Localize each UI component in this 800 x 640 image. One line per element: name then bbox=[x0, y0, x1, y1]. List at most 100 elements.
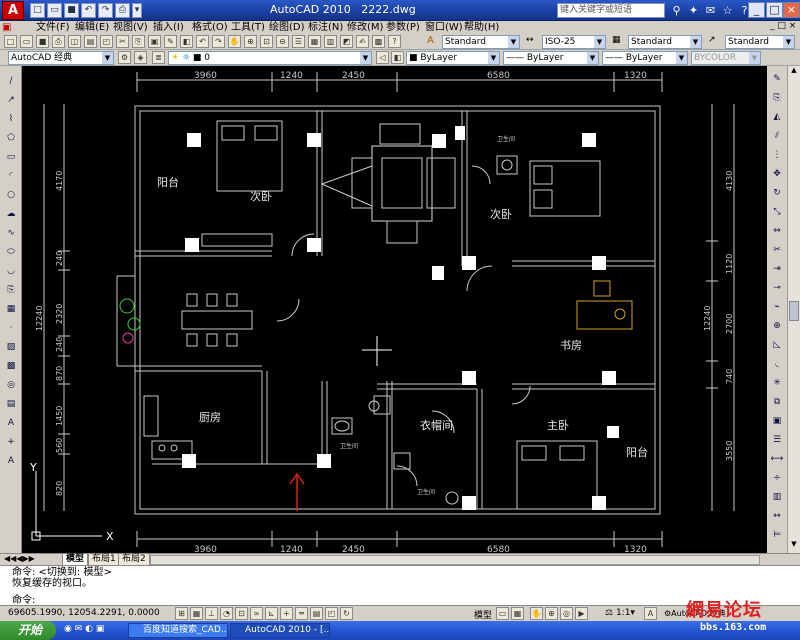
showmotion-icon[interactable]: ▶ bbox=[575, 607, 588, 620]
layer-tools-icon[interactable]: ☰ bbox=[770, 433, 784, 447]
ellipse-icon[interactable]: ⬭ bbox=[4, 245, 18, 259]
erase-icon[interactable]: ✎ bbox=[770, 72, 784, 86]
tab-nav-icon[interactable]: ◀◀◀▶▶ bbox=[4, 554, 35, 563]
pan-icon[interactable]: ✋ bbox=[530, 607, 543, 620]
quick-view-layouts-icon[interactable]: ▭ bbox=[496, 607, 509, 620]
drawing-canvas[interactable]: 3960 1240 2450 6580 1320 3960 1240 2450 … bbox=[22, 66, 767, 555]
gradient-icon[interactable]: ▩ bbox=[4, 359, 18, 373]
vertical-scrollbar[interactable]: ▲ ▼ bbox=[787, 66, 800, 553]
array-icon[interactable]: ⋮ bbox=[770, 148, 784, 162]
menu-format[interactable]: 格式(O) bbox=[192, 21, 228, 34]
fillet-icon[interactable]: ◟ bbox=[770, 357, 784, 371]
lineweight-select[interactable]: —— ByLayer ▼ bbox=[602, 51, 688, 65]
cut-icon[interactable]: ✂ bbox=[116, 35, 129, 48]
make-block-icon[interactable]: ▦ bbox=[4, 302, 18, 316]
rectangle-icon[interactable]: ▭ bbox=[4, 150, 18, 164]
text-style-select[interactable]: Standard ▼ bbox=[442, 35, 520, 49]
annotation-visibility-icon[interactable]: A bbox=[644, 607, 657, 620]
draw-order-icon[interactable]: ⧉ bbox=[770, 395, 784, 409]
redo-icon[interactable]: ↷ bbox=[212, 35, 225, 48]
properties-match-icon[interactable]: ▣ bbox=[770, 414, 784, 428]
add-selected-icon[interactable]: + bbox=[4, 435, 18, 449]
align-icon[interactable]: ⊨ bbox=[770, 528, 784, 542]
markup-icon[interactable]: ✍ bbox=[356, 35, 369, 48]
offset-icon[interactable]: ⫽ bbox=[770, 129, 784, 143]
ellipse-arc-icon[interactable]: ◡ bbox=[4, 264, 18, 278]
ducs-icon[interactable]: ⊾ bbox=[265, 607, 278, 620]
lengthen-icon[interactable]: ↔ bbox=[770, 509, 784, 523]
tool-palettes-icon[interactable]: ▥ bbox=[324, 35, 337, 48]
polygon-icon[interactable]: ⬠ bbox=[4, 131, 18, 145]
polyline-icon[interactable]: ⌇ bbox=[4, 112, 18, 126]
make-current-icon[interactable]: ◧ bbox=[391, 51, 404, 64]
measure-icon[interactable]: ⟷ bbox=[770, 452, 784, 466]
layer-manager-icon[interactable]: ≣ bbox=[152, 51, 165, 64]
minimize-button[interactable]: _ bbox=[748, 2, 765, 18]
block-editor-icon[interactable]: ◧ bbox=[180, 35, 193, 48]
am-icon[interactable]: ↻ bbox=[340, 607, 353, 620]
open-icon[interactable]: ▭ bbox=[47, 3, 62, 18]
document-icon[interactable]: ▣ bbox=[2, 22, 11, 33]
layer-previous-icon[interactable]: ◁ bbox=[376, 51, 389, 64]
steeringwheel-icon[interactable]: ◎ bbox=[560, 607, 573, 620]
chamfer-icon[interactable]: ◺ bbox=[770, 338, 784, 352]
task-browser[interactable]: 百度知道搜索_CAD... bbox=[128, 623, 228, 638]
break-at-point-icon[interactable]: ⊸ bbox=[770, 281, 784, 295]
binoculars-icon[interactable]: ⚲ bbox=[669, 3, 684, 18]
ortho-icon[interactable]: ⊥ bbox=[205, 607, 218, 620]
autocad-logo-icon[interactable]: A bbox=[2, 1, 24, 20]
scroll-up-icon[interactable]: ▲ bbox=[789, 66, 799, 78]
favorites-icon[interactable]: ☆ bbox=[720, 3, 735, 18]
new-icon[interactable]: □ bbox=[30, 3, 45, 18]
arc-icon[interactable]: ◜ bbox=[4, 169, 18, 183]
communication-icon[interactable]: ✉ bbox=[703, 3, 718, 18]
stretch-icon[interactable]: ⇔ bbox=[770, 224, 784, 238]
model-space-button[interactable]: 模型 bbox=[474, 608, 492, 621]
plot-preview-icon[interactable]: ◫ bbox=[68, 35, 81, 48]
layer-select[interactable]: ☀ ☼ ■ 0 ▼ bbox=[168, 51, 372, 65]
help-search-input[interactable]: 键入关键字或短语 bbox=[557, 3, 665, 18]
polar-icon[interactable]: ◔ bbox=[220, 607, 233, 620]
snap-icon[interactable]: ⊞ bbox=[175, 607, 188, 620]
menu-tools[interactable]: 工具(T) bbox=[231, 21, 265, 34]
rotate-icon[interactable]: ↻ bbox=[770, 186, 784, 200]
menu-modify[interactable]: 修改(M) bbox=[347, 21, 383, 34]
hatch-icon[interactable]: ▨ bbox=[4, 340, 18, 354]
spline-icon[interactable]: ∿ bbox=[4, 226, 18, 240]
zoom-previous-icon[interactable]: ⊖ bbox=[276, 35, 289, 48]
pan-realtime-icon[interactable]: ✋ bbox=[228, 35, 241, 48]
menu-file[interactable]: 文件(F) bbox=[36, 21, 70, 34]
sheet-set-icon[interactable]: ◩ bbox=[340, 35, 353, 48]
color-select[interactable]: ■ ByLayer ▼ bbox=[406, 51, 500, 65]
group-icon[interactable]: ▥ bbox=[770, 490, 784, 504]
point-icon[interactable]: · bbox=[4, 321, 18, 335]
zoom-realtime-icon[interactable]: ⊕ bbox=[244, 35, 257, 48]
divide-icon[interactable]: ÷ bbox=[770, 471, 784, 485]
dyn-icon[interactable]: + bbox=[280, 607, 293, 620]
quick-view-drawings-icon[interactable]: ▦ bbox=[511, 607, 524, 620]
line-icon[interactable]: / bbox=[4, 74, 18, 88]
construction-line-icon[interactable]: ↗ bbox=[4, 93, 18, 107]
command-window[interactable]: 命令: <切换到: 模型> 恢复缓存的视口。 命令: bbox=[0, 565, 800, 606]
save-icon[interactable]: ■ bbox=[36, 35, 49, 48]
save-icon[interactable]: ■ bbox=[64, 3, 79, 18]
zoom-icon[interactable]: ⊕ bbox=[545, 607, 558, 620]
scale-icon[interactable]: ⤡ bbox=[770, 205, 784, 219]
subscription-icon[interactable]: ✦ bbox=[686, 3, 701, 18]
copy-object-icon[interactable]: ⎘ bbox=[770, 91, 784, 105]
workspace-select[interactable]: AutoCAD 经典 ▼ bbox=[8, 51, 114, 65]
task-autocad[interactable]: AutoCAD 2010 - [... bbox=[230, 623, 330, 638]
multileader-style-select[interactable]: Standard ▼ bbox=[725, 35, 795, 49]
qp-icon[interactable]: ▤ bbox=[310, 607, 323, 620]
circle-icon[interactable]: ○ bbox=[4, 188, 18, 202]
region-icon[interactable]: ◎ bbox=[4, 378, 18, 392]
extend-icon[interactable]: ⇥ bbox=[770, 262, 784, 276]
join-icon[interactable]: ⊕ bbox=[770, 319, 784, 333]
scroll-thumb[interactable] bbox=[789, 301, 799, 321]
design-center-icon[interactable]: ▦ bbox=[308, 35, 321, 48]
publish-icon[interactable]: ▤ bbox=[84, 35, 97, 48]
menu-help[interactable]: 帮助(H) bbox=[464, 21, 499, 34]
doc-window-controls[interactable]: _ □ × bbox=[770, 21, 796, 31]
otrack-icon[interactable]: ∞ bbox=[250, 607, 263, 620]
quick-access-dropdown-icon[interactable]: ▾ bbox=[132, 3, 142, 18]
